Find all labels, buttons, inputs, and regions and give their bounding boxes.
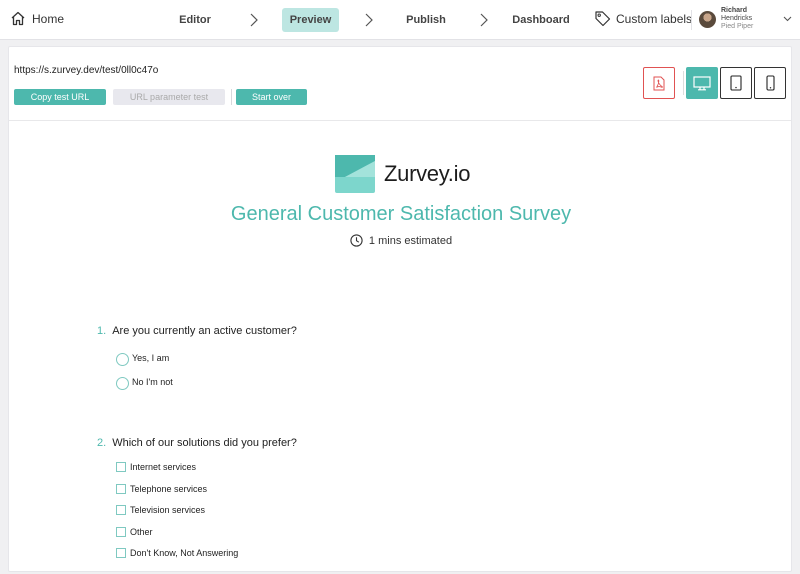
logo-text: Zurvey.io — [384, 161, 471, 186]
radio-button[interactable] — [116, 377, 129, 390]
user-menu[interactable]: Richard Hendricks Pied Piper — [721, 7, 753, 31]
tablet-icon — [730, 75, 742, 91]
chevron-right-icon — [365, 13, 373, 27]
clock-icon — [350, 234, 363, 247]
desktop-view-button[interactable] — [686, 67, 718, 99]
radio-option[interactable]: No I'm not — [116, 373, 173, 390]
checkbox[interactable] — [116, 505, 126, 515]
toolbar-divider — [231, 89, 232, 105]
step-dashboard[interactable]: Dashboard — [510, 8, 572, 32]
zurvey-logo-icon — [335, 155, 375, 193]
start-over-button[interactable]: Start over — [236, 89, 307, 105]
question-number: 2. — [97, 437, 107, 449]
radio-button[interactable] — [116, 353, 129, 366]
phone-view-button[interactable] — [754, 67, 786, 99]
chevron-right-icon — [250, 13, 258, 27]
question-2: 2. Which of our solutions did you prefer? — [97, 437, 297, 449]
nav-divider — [691, 10, 692, 30]
home-label: Home — [32, 11, 65, 26]
option-label: Internet services — [130, 462, 197, 472]
checkbox[interactable] — [116, 548, 126, 558]
survey-logo: Zurvey.io — [335, 155, 470, 193]
copy-test-url-button[interactable]: Copy test URL — [14, 89, 106, 105]
checkbox-option[interactable]: Telephone services — [116, 484, 207, 494]
step-preview[interactable]: Preview — [282, 8, 339, 32]
survey-title: General Customer Satisfaction Survey — [230, 203, 572, 225]
tablet-view-button[interactable] — [720, 67, 752, 99]
custom-labels-button[interactable]: Custom labels — [594, 10, 692, 27]
checkbox-option[interactable]: Television services — [116, 505, 205, 515]
user-org: Pied Piper — [721, 23, 754, 30]
custom-labels-label: Custom labels — [616, 11, 693, 26]
home-icon — [11, 11, 25, 26]
checkbox[interactable] — [116, 527, 126, 537]
desktop-icon — [693, 75, 711, 90]
user-first-name: Richard — [721, 7, 748, 14]
time-estimate: 1 mins estimated — [9, 234, 791, 247]
toolbar-separator — [9, 120, 791, 121]
question-text: Which of our solutions did you prefer? — [112, 437, 297, 449]
user-last-name: Hendricks — [721, 15, 753, 22]
option-label: No I'm not — [132, 376, 173, 387]
checkbox-option[interactable]: Don't Know, Not Answering — [116, 548, 238, 558]
phone-icon — [765, 75, 775, 91]
device-divider — [683, 71, 684, 95]
pdf-export-button[interactable] — [643, 67, 675, 99]
chevron-right-icon — [480, 13, 488, 27]
pdf-icon — [653, 76, 665, 90]
url-parameter-test-button[interactable]: URL parameter test — [113, 89, 225, 105]
top-navigation: Home Editor Preview Publish Dashboard Cu… — [0, 0, 800, 40]
home-link[interactable]: Home — [10, 11, 64, 26]
question-text: Are you currently an active customer? — [112, 325, 297, 337]
option-label: Television services — [130, 505, 206, 515]
step-editor[interactable]: Editor — [170, 8, 220, 32]
avatar[interactable] — [699, 11, 716, 28]
checkbox-option[interactable]: Other — [116, 527, 153, 537]
checkbox[interactable] — [116, 462, 126, 472]
test-url: https://s.zurvey.dev/test/0ll0c47o — [14, 65, 159, 76]
checkbox-option[interactable]: Internet services — [116, 462, 196, 472]
step-publish[interactable]: Publish — [399, 8, 453, 32]
option-label: Yes, I am — [132, 352, 170, 363]
checkbox[interactable] — [116, 484, 126, 494]
question-number: 1. — [97, 325, 107, 337]
option-label: Other — [130, 527, 153, 537]
question-1: 1. Are you currently an active customer? — [97, 325, 297, 337]
time-estimate-text: 1 mins estimated — [368, 234, 453, 247]
option-label: Telephone services — [130, 484, 208, 494]
chevron-down-icon[interactable] — [783, 16, 792, 22]
radio-option[interactable]: Yes, I am — [116, 349, 169, 366]
preview-panel: https://s.zurvey.dev/test/0ll0c47o Copy … — [8, 46, 792, 572]
tag-icon — [595, 11, 611, 27]
option-label: Don't Know, Not Answering — [130, 548, 239, 558]
